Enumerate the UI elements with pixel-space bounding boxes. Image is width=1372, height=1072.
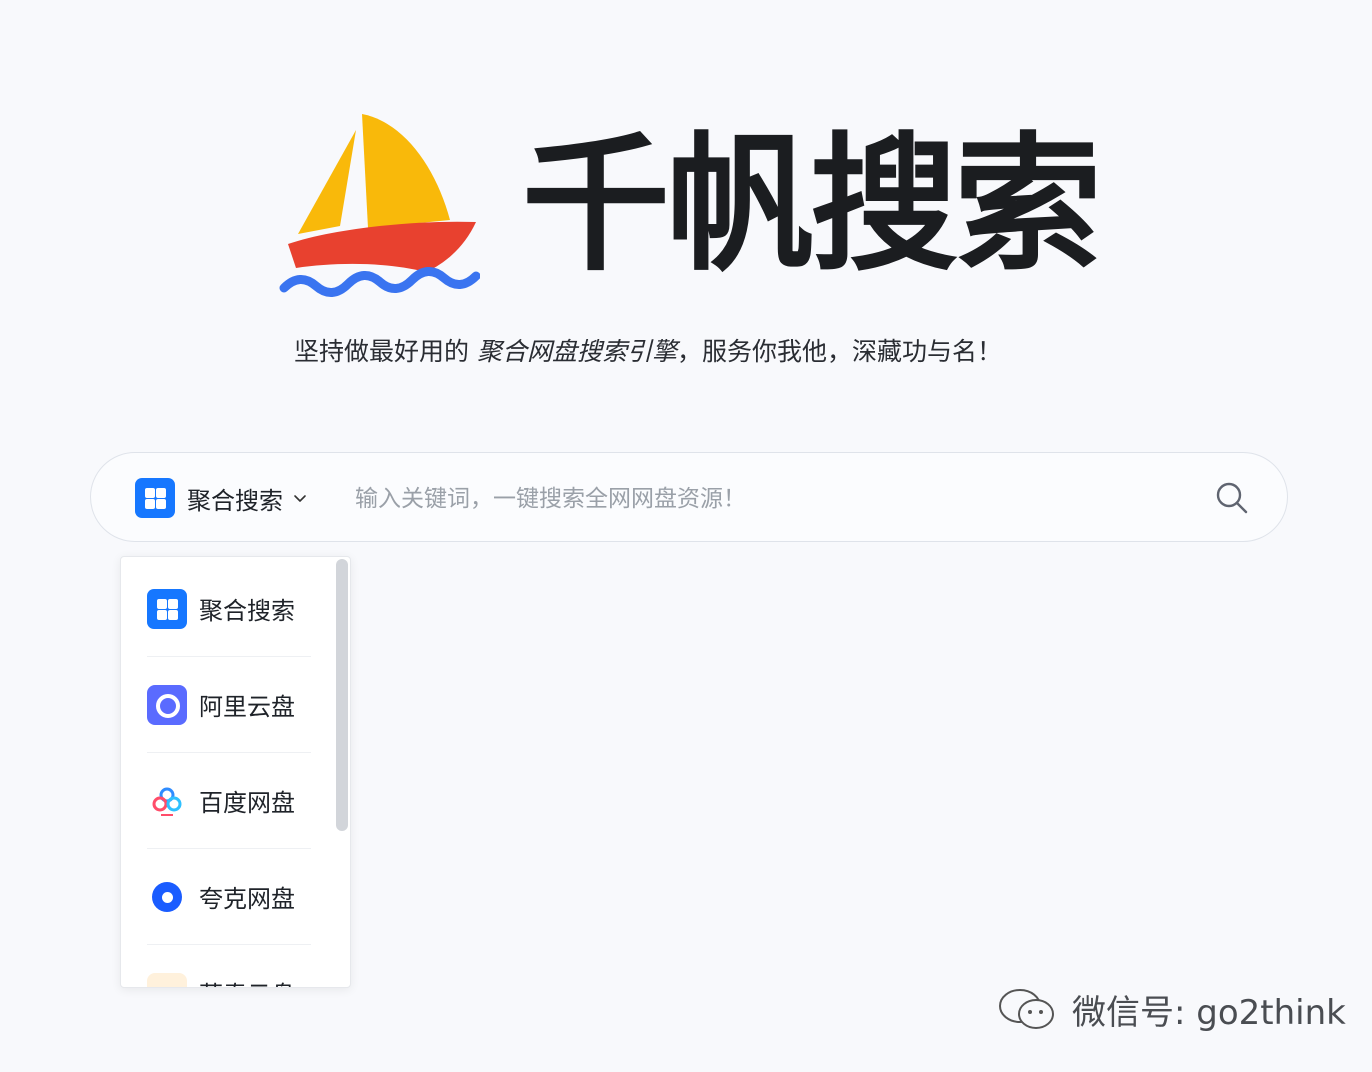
- baidu-netdisk-icon: [152, 787, 182, 816]
- grid-icon: [147, 588, 187, 629]
- dropdown-item-lanzou[interactable]: 蓝奏云盘: [147, 945, 311, 987]
- quark-drive-icon: [147, 877, 187, 917]
- slogan-prefix: 坚持做最好用的: [294, 337, 477, 366]
- dropdown-item-label: 聚合搜索: [199, 597, 295, 625]
- dropdown-item-label: 百度网盘: [199, 789, 295, 817]
- page: 千帆搜索 坚持做最好用的 聚合网盘搜索引擎，服务你我他，深藏功与名！ 聚合搜索 …: [0, 0, 1372, 1072]
- engine-dropdown-menu: 聚合搜索 阿里云盘 百度网盘 夸克网盘 蓝奏云盘: [120, 556, 351, 988]
- dropdown-item-baidu[interactable]: 百度网盘: [147, 753, 311, 848]
- chevron-down-icon: [294, 495, 306, 502]
- slogan: 坚持做最好用的 聚合网盘搜索引擎，服务你我他，深藏功与名！: [294, 334, 1002, 370]
- slogan-suffix: ，服务你我他，深藏功与名！: [676, 337, 1002, 366]
- grid-icon: [135, 478, 175, 518]
- engine-select-button[interactable]: 聚合搜索: [135, 478, 307, 518]
- watermark-text: 微信号: go2think: [1072, 992, 1346, 1033]
- slogan-emphasis: 聚合网盘搜索引擎: [476, 337, 677, 366]
- wechat-icon: [999, 989, 1054, 1029]
- sailboat-logo-icon: [279, 114, 480, 297]
- dropdown-item-aliyun[interactable]: 阿里云盘: [147, 657, 311, 752]
- dropdown-scrollbar[interactable]: [336, 559, 348, 831]
- dropdown-item-label: 蓝奏云盘: [199, 975, 295, 987]
- dropdown-item-quark[interactable]: 夸克网盘: [147, 849, 311, 944]
- lanzou-cloud-icon: [147, 972, 187, 987]
- search-bar: 聚合搜索: [90, 452, 1288, 542]
- aliyun-drive-icon: [147, 684, 187, 725]
- dropdown-item-label: 夸克网盘: [199, 885, 295, 913]
- brand-title: 千帆搜索: [522, 119, 1102, 291]
- dropdown-item-label: 阿里云盘: [199, 693, 295, 721]
- dropdown-item-aggregate[interactable]: 聚合搜索: [147, 561, 311, 656]
- search-input[interactable]: [353, 475, 1197, 523]
- engine-select-label: 聚合搜索: [187, 486, 283, 515]
- wechat-watermark: 微信号: go2think: [996, 984, 1346, 1034]
- search-icon[interactable]: [1215, 481, 1249, 515]
